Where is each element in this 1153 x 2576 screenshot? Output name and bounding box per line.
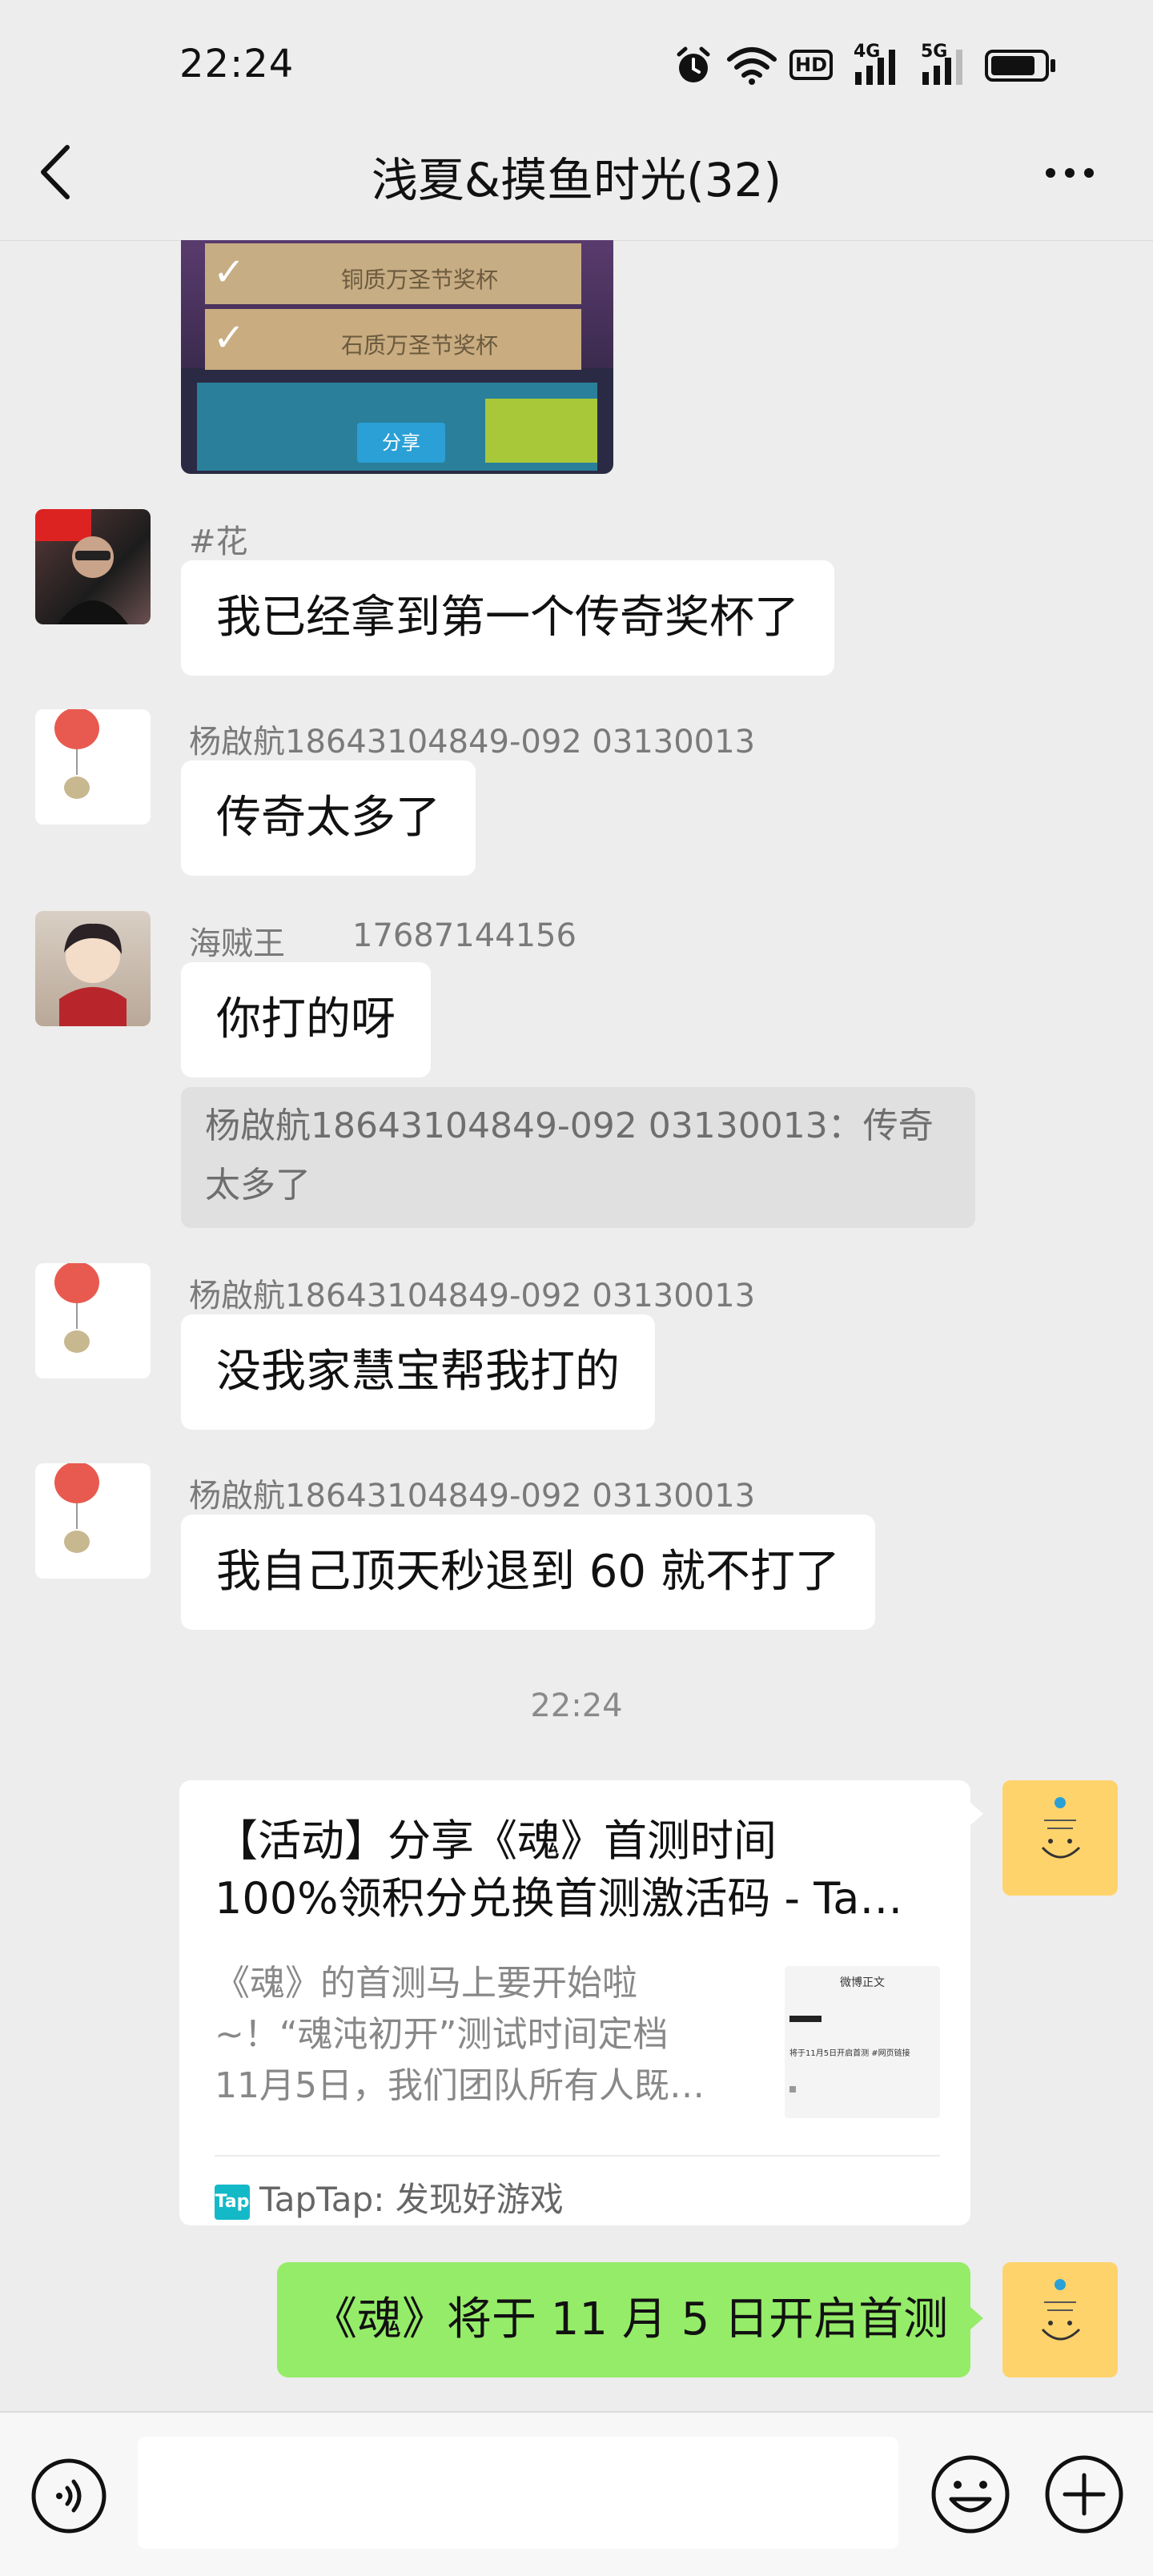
image-item-1: 铜质万圣节奖杯 bbox=[341, 267, 499, 293]
avatar-yang[interactable] bbox=[35, 1463, 151, 1579]
thumb-text: 将于11月5日开启首测 #网页链接 bbox=[789, 2049, 910, 2058]
image-bottom-panel: 分享 bbox=[197, 383, 597, 471]
battery-tip bbox=[1051, 59, 1055, 72]
sender-name: 海贼王 bbox=[189, 925, 285, 962]
balloon-hedgehog-icon bbox=[54, 709, 99, 799]
status-bar bbox=[0, 0, 1153, 120]
sender-name: 杨啟航18643104849-092 03130013 bbox=[189, 724, 756, 760]
sender-name: #花 bbox=[189, 524, 248, 560]
image-row-2: ✓ 石质万圣节奖杯 bbox=[205, 309, 581, 370]
card-title: 【活动】分享《魂》首测时间 100%领积分兑换首测激活码 - TapTap bbox=[215, 1812, 919, 1928]
card-title-line2: 100%领积分兑换首测激活码 - TapTap bbox=[215, 1873, 919, 1924]
more-dots-icon[interactable] bbox=[1044, 163, 1095, 183]
avatar-yang[interactable] bbox=[35, 709, 151, 825]
card-desc-line2: ~！“魂沌初开”测试时间定档 bbox=[215, 2014, 669, 2055]
emoji-icon[interactable] bbox=[929, 2453, 1012, 2536]
chat-timestamp: 22:24 bbox=[530, 1687, 623, 1724]
card-divider bbox=[215, 2155, 940, 2157]
chat-title: 浅夏&摸鱼时光(32) bbox=[371, 153, 782, 207]
quoted-message[interactable]: 杨啟航18643104849-092 03130013：传奇太多了 bbox=[181, 1087, 975, 1228]
message-bubble[interactable]: 传奇太多了 bbox=[181, 760, 476, 876]
thumb-dot bbox=[789, 2086, 796, 2092]
hd-icon: HD bbox=[789, 50, 833, 80]
my-message-bubble[interactable]: 《魂》将于 11 月 5 日开启首测 bbox=[277, 2262, 970, 2377]
avatar-yang[interactable] bbox=[35, 1263, 151, 1378]
battery-fill bbox=[991, 56, 1035, 75]
link-card[interactable]: 【活动】分享《魂》首测时间 100%领积分兑换首测激活码 - TapTap 《魂… bbox=[179, 1780, 970, 2225]
5g-signal-icon bbox=[922, 50, 962, 85]
alarm-icon bbox=[677, 46, 710, 82]
sender-name: 杨啟航18643104849-092 03130013 bbox=[189, 1278, 756, 1314]
card-title-line1: 【活动】分享《魂》首测时间 bbox=[215, 1816, 777, 1866]
message-input[interactable] bbox=[138, 2437, 898, 2549]
taptap-logo-icon: Tap bbox=[215, 2184, 250, 2220]
thumb-header: 微博正文 bbox=[840, 1976, 885, 1989]
avatar-haizeiwang[interactable] bbox=[35, 911, 151, 1026]
bubble-tail bbox=[970, 1803, 983, 1825]
avatar-me[interactable] bbox=[1002, 2262, 1118, 2377]
avatar-person-icon bbox=[35, 509, 128, 624]
avatar-me[interactable] bbox=[1002, 1780, 1118, 1896]
image-share-button: 分享 bbox=[357, 423, 445, 463]
avatar-hua[interactable] bbox=[35, 509, 151, 624]
card-desc-line1: 《魂》的首测马上要开始啦 bbox=[215, 1963, 637, 2004]
card-description: 《魂》的首测马上要开始啦 ~！“魂沌初开”测试时间定档 11月5日，我们团队所有… bbox=[215, 1958, 711, 2112]
status-time: 22:24 bbox=[179, 42, 295, 86]
sender-name: 杨啟航18643104849-092 03130013 bbox=[189, 1478, 756, 1515]
balloon-hedgehog-icon bbox=[54, 1263, 99, 1353]
thumb-redacted bbox=[789, 2016, 822, 2022]
shared-screenshot-image[interactable]: ✓ 铜质万圣节奖杯 ✓ 石质万圣节奖杯 分享 bbox=[181, 240, 613, 474]
card-source: Tap TapTap: 发现好游戏 bbox=[215, 2173, 564, 2221]
battery-icon bbox=[985, 50, 1049, 82]
message-bubble[interactable]: 你打的呀 bbox=[181, 962, 431, 1077]
card-source-text: TapTap: 发现好游戏 bbox=[259, 2180, 564, 2219]
anime-avatar-icon bbox=[59, 923, 127, 1026]
check-icon: ✓ bbox=[213, 250, 246, 295]
wifi-icon bbox=[727, 47, 777, 85]
card-thumbnail: 微博正文 将于11月5日开启首测 #网页链接 bbox=[785, 1966, 940, 2118]
plus-icon[interactable] bbox=[1043, 2453, 1126, 2536]
smiley-avatar-icon bbox=[1041, 2279, 1081, 2341]
card-desc-line3: 11月5日，我们团队所有人既期待 bbox=[215, 2065, 711, 2106]
message-bubble[interactable]: 我已经拿到第一个传奇奖杯了 bbox=[181, 560, 834, 676]
4g-signal-icon bbox=[855, 50, 895, 85]
image-row-1: ✓ 铜质万圣节奖杯 bbox=[205, 243, 581, 304]
sender-phone: 17687144156 bbox=[352, 917, 576, 954]
message-bubble[interactable]: 我自己顶天秒退到 60 就不打了 bbox=[181, 1515, 875, 1630]
voice-icon[interactable] bbox=[29, 2456, 109, 2536]
image-green-block bbox=[485, 399, 597, 463]
bubble-tail bbox=[970, 2307, 983, 2329]
smiley-avatar-icon bbox=[1041, 1797, 1081, 1859]
check-icon: ✓ bbox=[213, 315, 246, 360]
image-item-2: 石质万圣节奖杯 bbox=[341, 332, 499, 359]
message-bubble[interactable]: 没我家慧宝帮我打的 bbox=[181, 1314, 655, 1430]
balloon-hedgehog-icon bbox=[54, 1463, 99, 1553]
